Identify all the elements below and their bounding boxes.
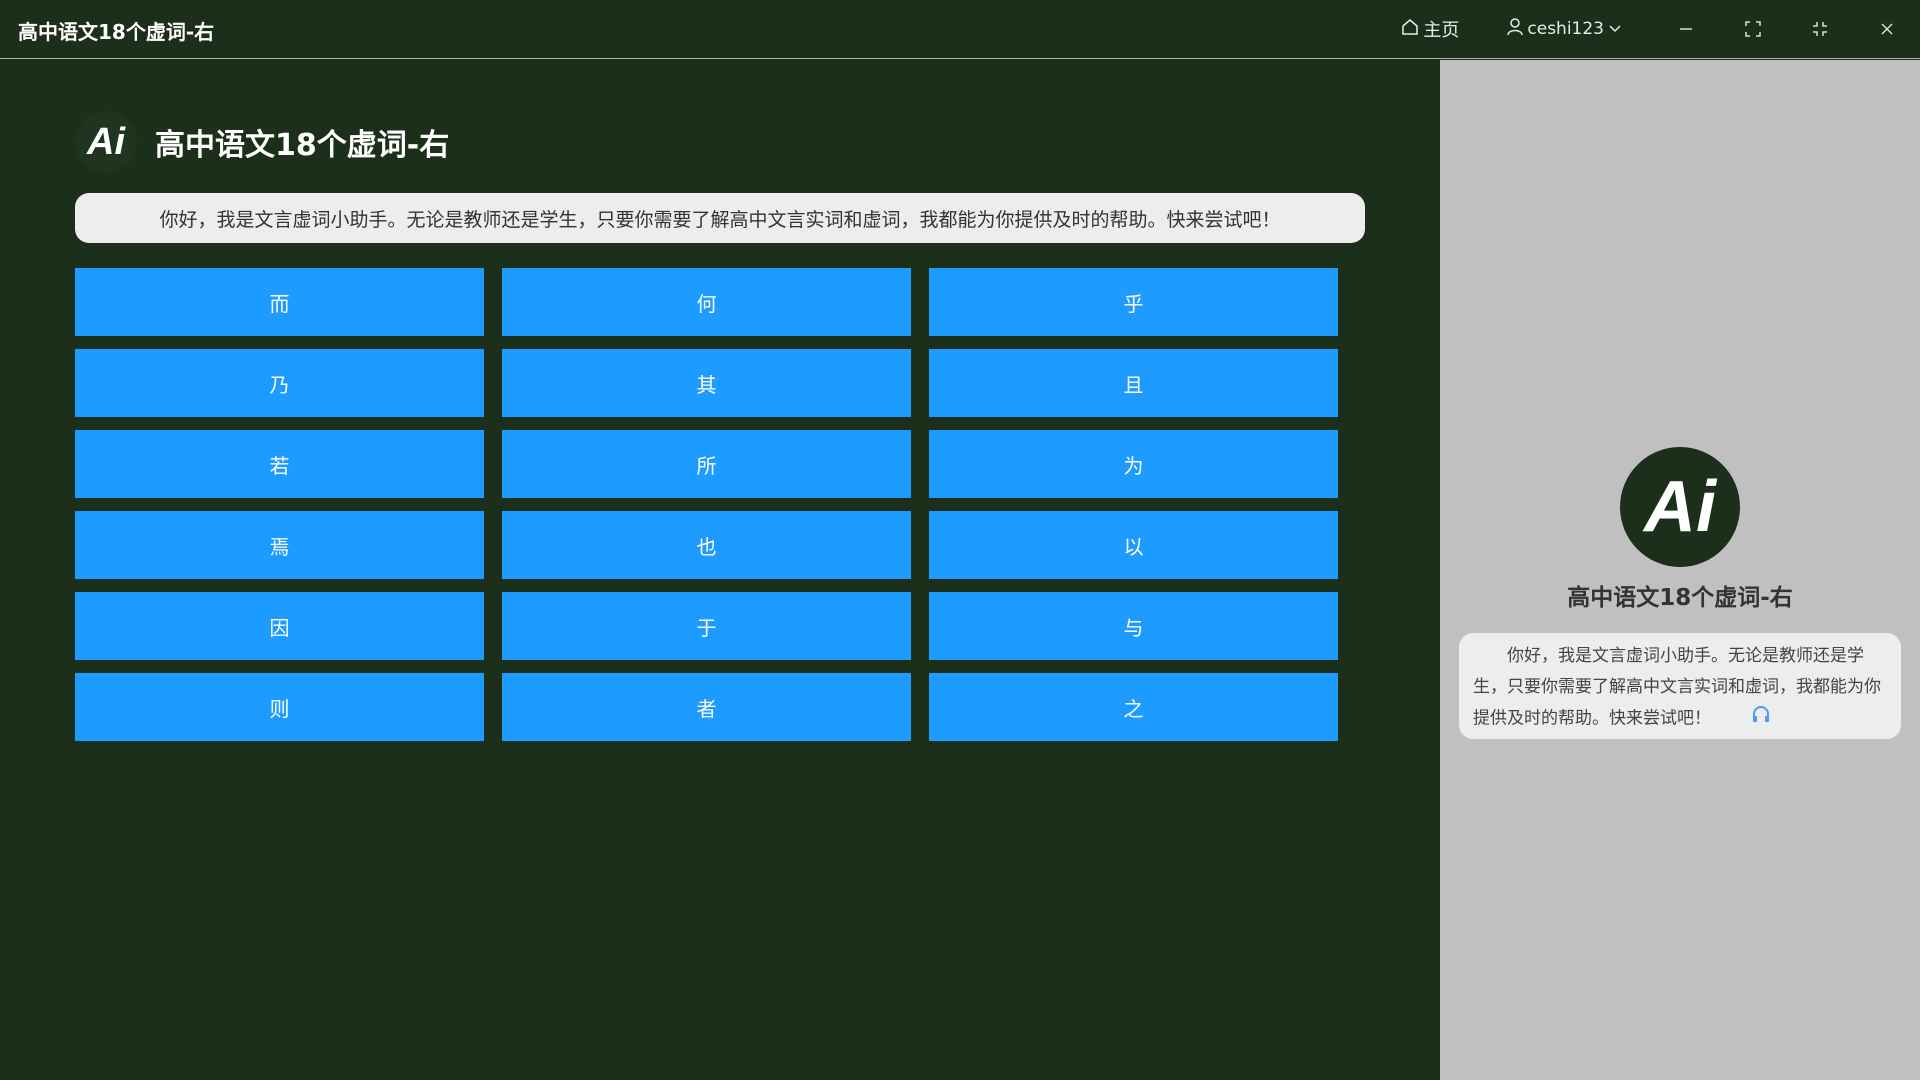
page-header: Ai 高中语文18个虚词-右 [75, 110, 449, 174]
minimize-icon [1679, 28, 1692, 30]
headphones-icon[interactable] [1751, 703, 1771, 734]
app-title: 高中语文18个虚词-右 [18, 20, 215, 44]
title-bar-actions: 主页 ceshi123 [1401, 0, 1920, 58]
word-button-ruo[interactable]: 若 [75, 430, 484, 498]
word-button-suo[interactable]: 所 [502, 430, 911, 498]
collapse-icon [1812, 22, 1827, 36]
close-button[interactable] [1853, 0, 1920, 58]
minimize-button[interactable] [1652, 0, 1719, 58]
page-title: 高中语文18个虚词-右 [155, 128, 450, 163]
word-button-wei[interactable]: 为 [929, 430, 1338, 498]
word-button-zhi[interactable]: 之 [929, 673, 1338, 741]
word-button-yi[interactable]: 以 [929, 511, 1338, 579]
assistant-message-text: 你好，我是文言虚词小助手。无论是教师还是学生，只要你需要了解高中文言实词和虚词，… [1473, 646, 1881, 729]
home-label: 主页 [1423, 20, 1460, 41]
user-menu[interactable]: ceshi123 [1507, 17, 1622, 41]
word-button-ze[interactable]: 则 [75, 673, 484, 741]
word-button-qie[interactable]: 且 [929, 349, 1338, 417]
word-button-qi[interactable]: 其 [502, 349, 911, 417]
ai-logo: Ai [75, 111, 137, 173]
word-button-nai[interactable]: 乃 [75, 349, 484, 417]
restore-button[interactable] [1786, 0, 1853, 58]
assistant-panel: Ai 高中语文18个虚词-右 你好，我是文言虚词小助手。无论是教师还是学生，只要… [1440, 60, 1920, 1080]
word-button-he[interactable]: 何 [502, 268, 911, 336]
word-button-yin[interactable]: 因 [75, 592, 484, 660]
word-button-yu2[interactable]: 与 [929, 592, 1338, 660]
word-button-zhe[interactable]: 者 [502, 673, 911, 741]
assistant-title: 高中语文18个虚词-右 [1567, 585, 1793, 611]
home-button[interactable]: 主页 [1401, 16, 1459, 42]
word-button-grid: 而 何 乎 乃 其 且 若 所 为 焉 也 以 因 于 与 则 者 之 [75, 268, 1338, 741]
chevron-down-icon [1608, 19, 1622, 39]
home-icon [1401, 18, 1419, 41]
title-bar: 高中语文18个虚词-右 主页 ceshi123 [0, 0, 1920, 59]
expand-icon [1744, 21, 1761, 37]
main-panel: Ai 高中语文18个虚词-右 你好，我是文言虚词小助手。无论是教师还是学生，只要… [0, 60, 1440, 1080]
word-button-yu1[interactable]: 于 [502, 592, 911, 660]
word-button-er[interactable]: 而 [75, 268, 484, 336]
word-button-ye[interactable]: 也 [502, 511, 911, 579]
word-button-hu[interactable]: 乎 [929, 268, 1338, 336]
assistant-message-bubble: 你好，我是文言虚词小助手。无论是教师还是学生，只要你需要了解高中文言实词和虚词，… [1459, 633, 1901, 739]
intro-message: 你好，我是文言虚词小助手。无论是教师还是学生，只要你需要了解高中文言实词和虚词，… [75, 193, 1365, 243]
assistant-avatar: Ai [1620, 447, 1740, 567]
user-icon [1507, 17, 1524, 41]
fullscreen-button[interactable] [1719, 0, 1786, 58]
word-button-yan[interactable]: 焉 [75, 511, 484, 579]
close-icon [1880, 23, 1893, 35]
user-name: ceshi123 [1527, 19, 1604, 39]
